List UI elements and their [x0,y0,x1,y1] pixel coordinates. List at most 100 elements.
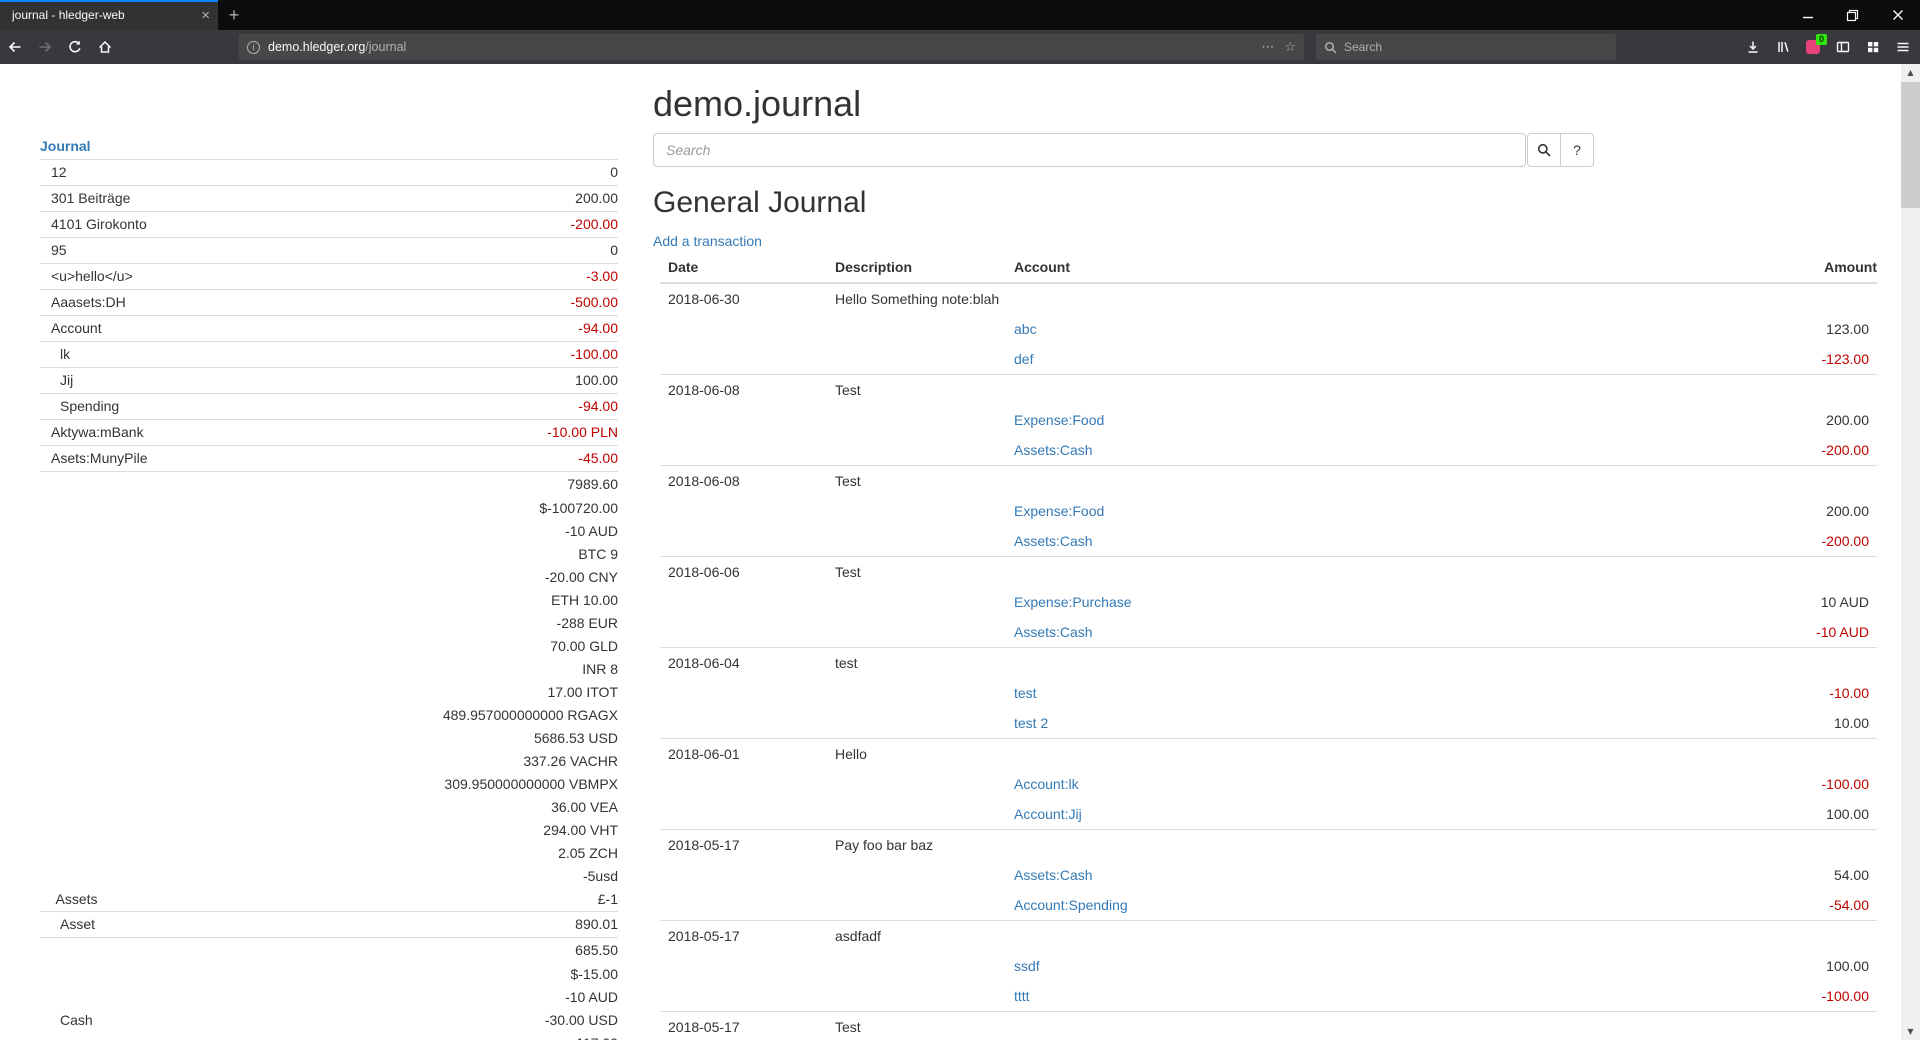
posting-account-link[interactable]: Account:Spending [1014,897,1128,913]
download-button[interactable] [1738,32,1768,62]
sidebar-account-row: 7989.60 [40,471,618,497]
sidebar-account-link[interactable]: 301 Beiträge [40,188,130,209]
library-icon [1775,39,1791,55]
transaction-description: Test [827,1012,1006,1040]
posting-account-link[interactable]: Expense:Purchase [1014,594,1132,610]
reload-button[interactable] [60,32,90,62]
sidebar-account-link[interactable]: 4101 Girokonto [40,214,147,235]
sidebar-account-link[interactable]: Cash [40,1009,93,1032]
extension-button[interactable]: 0 [1798,32,1828,62]
sidebar-account-link[interactable]: <u>hello</u> [40,266,133,287]
page-title: demo.journal [653,85,1877,123]
transaction-date: 2018-06-06 [660,557,827,588]
posting-row: abc123.00 [660,314,1877,344]
close-button[interactable] [1875,0,1920,30]
posting-account-link[interactable]: abc [1014,321,1037,337]
page-scrollbar[interactable]: ▲ ▼ [1901,64,1920,1040]
posting-account-link[interactable]: Assets:Cash [1014,624,1093,640]
sidebars-icon [1835,39,1851,55]
sidebar-account-link[interactable]: lk [40,344,70,365]
transaction-row[interactable]: 2018-05-17asdfadf [660,921,1877,952]
posting-account-link[interactable]: Expense:Food [1014,412,1104,428]
posting-amount: 10 AUD [1821,594,1869,610]
transaction-row[interactable]: 2018-06-01Hello [660,739,1877,770]
sidebar-account-balance: 17.00 ITOT [547,681,618,704]
posting-account-link[interactable]: def [1014,351,1033,367]
tab-bar: journal - hledger-web × + [0,0,1920,30]
restore-button[interactable] [1830,0,1875,30]
site-info-icon[interactable]: i [247,41,260,54]
sidebar-account-link[interactable]: Asset [40,914,95,935]
transaction-row[interactable]: 2018-06-08Test [660,375,1877,406]
sidebar-account-link[interactable]: Jij [40,370,73,391]
browser-tab[interactable]: journal - hledger-web × [0,0,218,30]
scrollbar-thumb[interactable] [1901,82,1920,208]
posting-amount: 200.00 [1826,412,1869,428]
sidebar-account-row: 685.50 [40,937,618,963]
transaction-row[interactable]: 2018-06-08Test [660,466,1877,497]
page-actions-icon[interactable]: ⋯ [1261,40,1274,55]
minimize-button[interactable] [1785,0,1830,30]
back-button[interactable] [0,32,30,62]
extension-badge: 0 [1816,34,1827,45]
posting-amount: 100.00 [1826,806,1869,822]
sidebar-account-link[interactable]: Aaasets:DH [40,292,126,313]
accounts-sidebar: Journal 120301 Beiträge200.004101 Giroko… [0,64,618,1040]
library-button[interactable] [1768,32,1798,62]
posting-account-link[interactable]: test [1014,685,1037,701]
header-amount: Amount [1566,254,1877,283]
posting-account-link[interactable]: Assets:Cash [1014,533,1093,549]
browser-search-placeholder: Search [1344,40,1382,54]
new-tab-button[interactable]: + [218,0,250,30]
browser-search-field[interactable]: Search [1316,34,1616,60]
posting-account-link[interactable]: Assets:Cash [1014,867,1093,883]
search-help-button[interactable]: ? [1560,133,1594,167]
transaction-row[interactable]: 2018-05-17Test [660,1012,1877,1040]
sidebar-account-link[interactable]: Assets [40,888,98,911]
transaction-description: Test [827,466,1006,497]
sidebar-account-link[interactable]: Account [40,318,102,339]
url-bar[interactable]: i demo.hledger.org/journal ⋯ ☆ [239,34,1304,60]
transaction-row[interactable]: 2018-06-04test [660,648,1877,679]
sidebar-journal-link[interactable]: Journal [40,135,91,157]
posting-account-link[interactable]: tttt [1014,988,1030,1004]
sidebar-account-link[interactable]: Spending [40,396,119,417]
transaction-row[interactable]: 2018-05-17Pay foo bar baz [660,830,1877,861]
home-button[interactable] [90,32,120,62]
posting-account-link[interactable]: Account:Jij [1014,806,1082,822]
sidebar-account-link[interactable]: Aktywa:mBank [40,422,144,443]
posting-account-link[interactable]: Account:lk [1014,776,1079,792]
transaction-row[interactable]: 2018-06-30Hello Something note:blah [660,283,1877,314]
sidebar-account-balance: 2.05 ZCH [558,842,618,865]
transaction-date: 2018-05-17 [660,830,827,861]
tab-title: journal - hledger-web [12,8,195,22]
forward-button[interactable] [30,32,60,62]
sidebar-account-link[interactable]: 12 [40,162,67,183]
journal-search-input[interactable] [653,133,1526,167]
add-transaction-link[interactable]: Add a transaction [653,231,762,251]
sidebar-account-row: 489.957000000000 RGAGX [40,704,618,727]
sidebar-account-row: -288 EUR [40,612,618,635]
posting-account-link[interactable]: Expense:Food [1014,503,1104,519]
posting-account-link[interactable]: Assets:Cash [1014,442,1093,458]
sidebar-account-row: BTC 9 [40,543,618,566]
sidebar-account-link[interactable]: Asets:MunyPile [40,448,147,469]
scrollbar-up-arrow[interactable]: ▲ [1901,64,1920,81]
journal-main: demo.journal ? General Journal Add a tra… [653,64,1877,1040]
sidebar-toggle-button[interactable] [1828,32,1858,62]
home-icon [97,39,113,55]
posting-account-link[interactable]: ssdf [1014,958,1040,974]
transaction-row[interactable]: 2018-06-06Test [660,557,1877,588]
sidebar-account-link[interactable]: 95 [40,240,67,261]
header-description: Description [827,254,1006,283]
posting-account-link[interactable]: test 2 [1014,715,1048,731]
menu-button[interactable] [1888,32,1918,62]
sidebar-account-balance: 200.00 [575,188,618,209]
tab-close-icon[interactable]: × [201,8,210,23]
journal-search-button[interactable] [1527,133,1561,167]
bookmark-star-icon[interactable]: ☆ [1284,40,1296,55]
table-header-row: Date Description Account Amount [660,254,1877,283]
grid-button[interactable] [1858,32,1888,62]
sidebar-account-balance: BTC 9 [578,543,618,566]
scrollbar-down-arrow[interactable]: ▼ [1901,1023,1920,1040]
